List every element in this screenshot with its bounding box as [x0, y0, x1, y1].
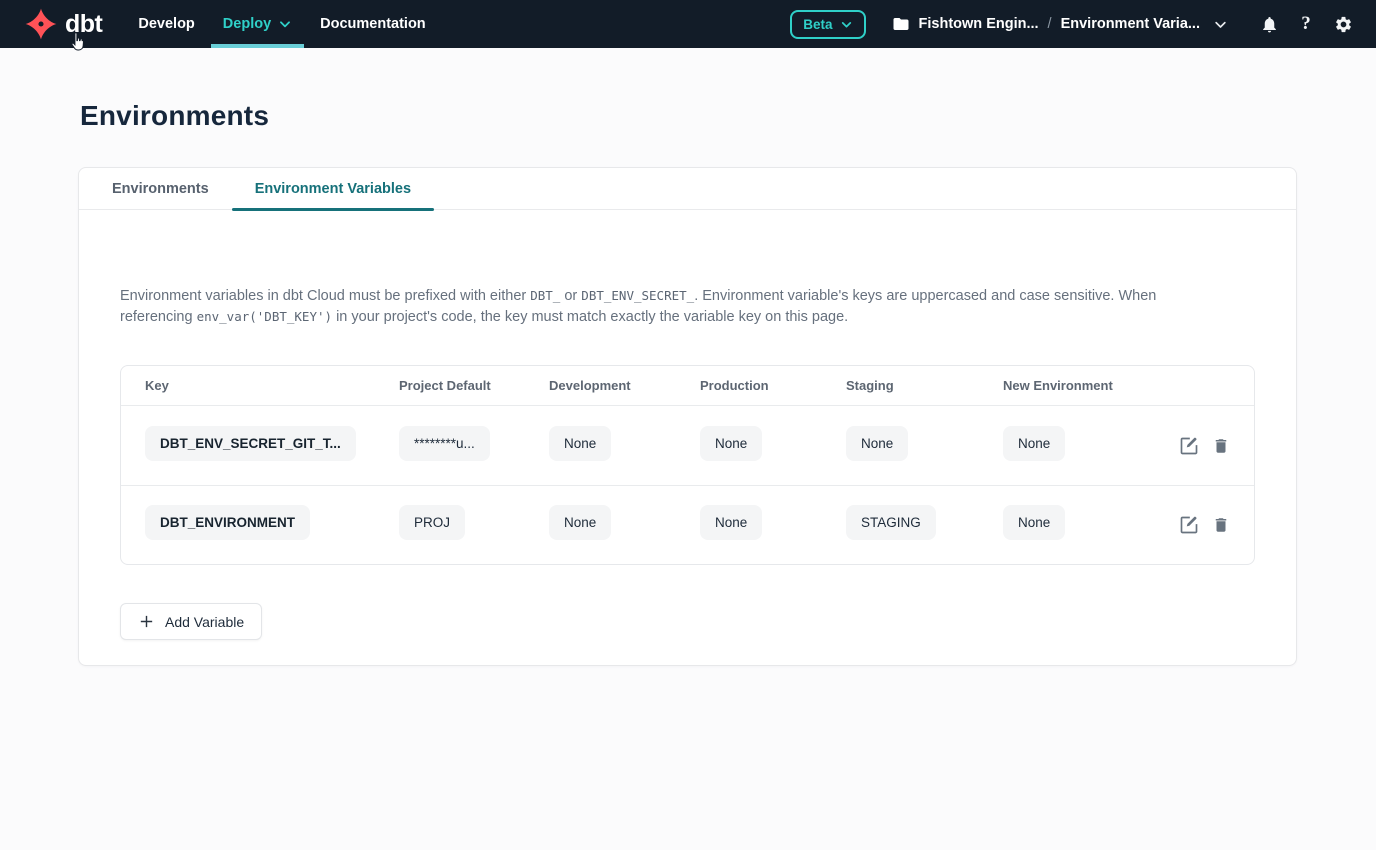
add-variable-label: Add Variable	[165, 614, 244, 630]
tab-label: Environment Variables	[255, 181, 411, 197]
description-text: Environment variables in dbt Cloud must …	[120, 288, 530, 304]
breadcrumb-page[interactable]: Environment Varia...	[1061, 16, 1200, 32]
variable-development-value: None	[549, 426, 611, 461]
delete-variable-trash-icon[interactable]	[1212, 515, 1230, 535]
breadcrumb-separator: /	[1048, 16, 1052, 32]
env-variables-description: Environment variables in dbt Cloud must …	[120, 286, 1160, 327]
add-variable-button[interactable]: Add Variable	[120, 603, 262, 640]
navbar-right: Beta Fishtown Engin... / Environment Var…	[790, 10, 1354, 39]
breadcrumb-project[interactable]: Fishtown Engin...	[919, 16, 1039, 32]
code-dbt-prefix: DBT_	[530, 288, 560, 303]
main-nav: Develop Deploy Documentation	[124, 0, 439, 48]
column-header-key: Key	[145, 378, 399, 393]
mouse-cursor-hand-icon	[68, 31, 87, 57]
dbt-logo[interactable]: dbt	[24, 7, 102, 41]
environment-variables-table: Key Project Default Development Producti…	[120, 365, 1255, 565]
row-actions	[1164, 436, 1230, 456]
settings-gear-icon[interactable]	[1332, 13, 1354, 35]
notifications-bell-icon[interactable]	[1258, 13, 1280, 35]
nav-item-label: Deploy	[223, 16, 271, 32]
column-header-development: Development	[549, 378, 700, 393]
delete-variable-trash-icon[interactable]	[1212, 436, 1230, 456]
variable-production-value: None	[700, 426, 762, 461]
variable-development-value: None	[549, 505, 611, 540]
nav-item-deploy[interactable]: Deploy	[209, 0, 306, 48]
nav-item-develop[interactable]: Develop	[124, 0, 208, 48]
variable-new-environment-value: None	[1003, 426, 1065, 461]
plus-icon	[138, 613, 155, 630]
variable-production-value: None	[700, 505, 762, 540]
variable-key: DBT_ENVIRONMENT	[145, 505, 310, 540]
variable-new-environment-value: None	[1003, 505, 1065, 540]
nav-item-label: Documentation	[320, 16, 426, 32]
column-header-staging: Staging	[846, 378, 1003, 393]
help-icon[interactable]: ?	[1295, 13, 1317, 35]
tab-bar: Environments Environment Variables	[79, 168, 1296, 210]
page-title: Environments	[80, 100, 1376, 132]
description-text: in your project's code, the key must mat…	[332, 309, 848, 325]
navbar-icon-group: ?	[1258, 13, 1354, 35]
column-header-production: Production	[700, 378, 846, 393]
description-text: or	[560, 288, 581, 304]
variable-staging-value: STAGING	[846, 505, 936, 540]
edit-variable-icon[interactable]	[1179, 515, 1199, 535]
folder-icon	[892, 15, 910, 33]
environments-card: Environments Environment Variables Envir…	[78, 167, 1297, 666]
code-dbt-env-secret-prefix: DBT_ENV_SECRET_	[581, 288, 694, 303]
edit-variable-icon[interactable]	[1179, 436, 1199, 456]
dbt-logo-icon	[24, 7, 58, 41]
nav-item-documentation[interactable]: Documentation	[306, 0, 440, 48]
column-header-new-environment: New Environment	[1003, 378, 1164, 393]
project-breadcrumb[interactable]: Fishtown Engin... / Environment Varia...	[892, 15, 1228, 33]
chevron-down-icon	[840, 18, 853, 31]
beta-label: Beta	[803, 17, 832, 32]
variable-key: DBT_ENV_SECRET_GIT_T...	[145, 426, 356, 461]
variable-project-default: PROJ	[399, 505, 465, 540]
table-row: DBT_ENVIRONMENT PROJ None None STAGING N…	[121, 485, 1254, 564]
top-navbar: dbt Develop Deploy Documentation Beta	[0, 0, 1376, 48]
column-header-project-default: Project Default	[399, 378, 549, 393]
row-actions	[1164, 515, 1230, 535]
variable-staging-value: None	[846, 426, 908, 461]
nav-item-label: Develop	[138, 16, 194, 32]
code-env-var-call: env_var('DBT_KEY')	[197, 309, 332, 324]
tab-label: Environments	[112, 181, 209, 197]
chevron-down-icon	[278, 17, 292, 31]
tab-environments[interactable]: Environments	[89, 168, 232, 209]
variable-project-default: ********u...	[399, 426, 490, 461]
chevron-down-icon[interactable]	[1213, 17, 1228, 32]
beta-dropdown[interactable]: Beta	[790, 10, 865, 39]
tab-environment-variables[interactable]: Environment Variables	[232, 168, 434, 209]
table-header-row: Key Project Default Development Producti…	[121, 366, 1254, 406]
table-row: DBT_ENV_SECRET_GIT_T... ********u... Non…	[121, 406, 1254, 485]
